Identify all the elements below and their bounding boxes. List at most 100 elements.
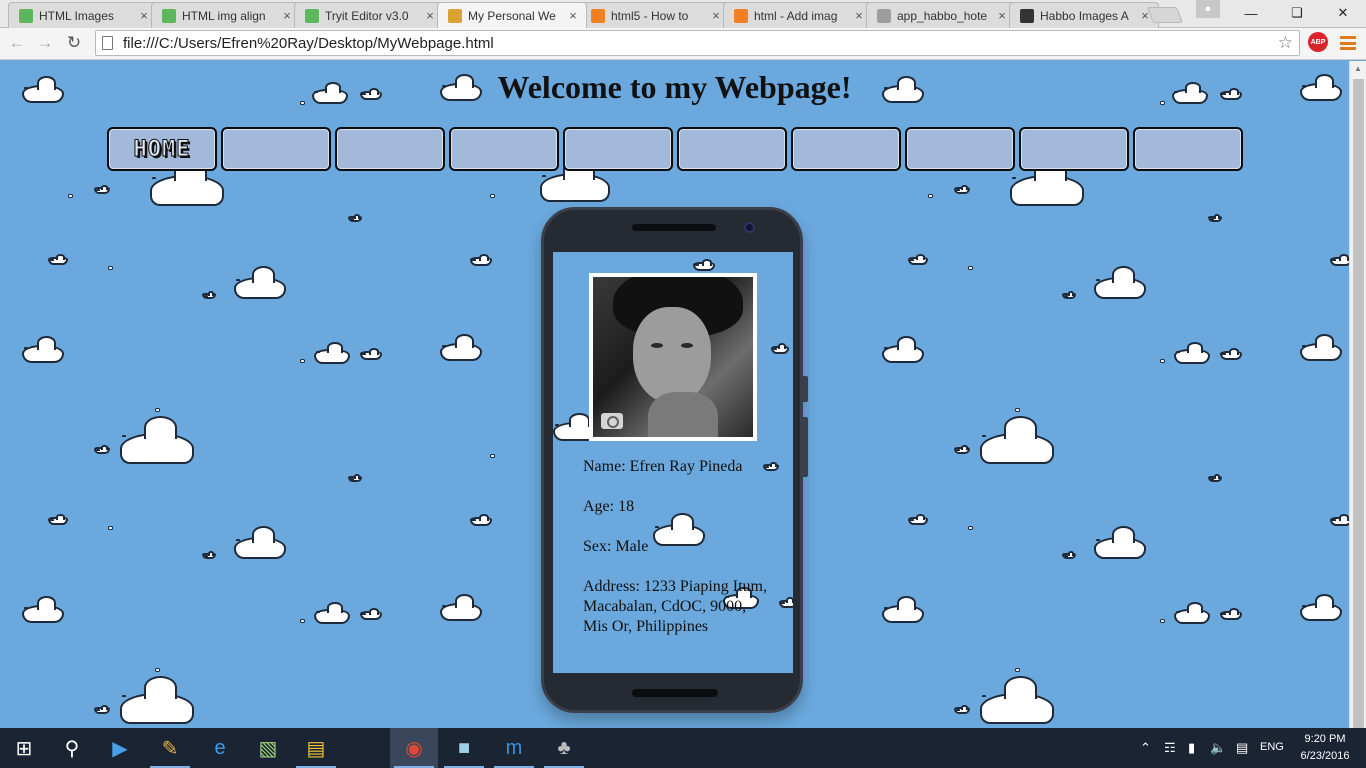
camera-icon — [601, 413, 623, 429]
adblock-icon[interactable]: ABP — [1308, 32, 1328, 52]
phone-camera — [744, 222, 755, 233]
cloud — [440, 334, 482, 361]
search-icon[interactable]: ⚲ — [48, 728, 96, 768]
nav-button-3[interactable] — [335, 127, 445, 171]
cloud — [954, 705, 970, 714]
nav-button-10[interactable] — [1133, 127, 1243, 171]
nav-button-9[interactable] — [1019, 127, 1129, 171]
cloud-puff — [968, 526, 973, 530]
restore-icon[interactable]: ❏ — [1274, 0, 1320, 26]
paint-icon[interactable]: ✎ — [146, 728, 194, 768]
tab-strip: HTML Images × HTML img align × Tryit Editor … — [0, 0, 1366, 28]
tab-7[interactable]: app_habbo_hote × — [866, 2, 1016, 28]
network-icon[interactable]: ☶ — [1164, 740, 1176, 756]
close-window-icon[interactable]: ✕ — [1320, 0, 1366, 26]
scroll-up-icon[interactable]: ▲ — [1354, 64, 1362, 73]
cloud-puff — [1015, 408, 1020, 412]
tab-close-icon[interactable]: × — [566, 8, 580, 23]
chrome-menu-icon[interactable] — [1340, 34, 1356, 52]
nav-button-8[interactable] — [905, 127, 1015, 171]
maxthon-icon[interactable]: m — [490, 728, 538, 768]
file-manager-icon[interactable]: ▧ — [244, 728, 292, 768]
clock-time: 9:20 PM — [1304, 733, 1346, 745]
nav-button-2[interactable] — [221, 127, 331, 171]
forward-icon[interactable]: → — [34, 32, 56, 54]
w3schools-icon — [162, 8, 176, 23]
cloud-puff — [1160, 619, 1165, 623]
clock-date: 6/23/2016 — [1300, 750, 1350, 762]
system-clock[interactable]: 9:20 PM 6/23/2016 — [1294, 731, 1356, 765]
tab-close-icon[interactable]: × — [137, 8, 151, 23]
tab-close-icon[interactable]: × — [280, 8, 294, 23]
cloud — [22, 336, 64, 363]
tab-close-icon[interactable]: × — [709, 8, 723, 23]
tab-5[interactable]: html5 - How to × — [580, 2, 730, 28]
gimp-icon[interactable]: ♣ — [540, 728, 588, 768]
tab-close-icon[interactable]: × — [995, 8, 1009, 23]
tab-8[interactable]: Habbo Images A × — [1009, 2, 1159, 28]
bookmark-star-icon[interactable]: ☆ — [1278, 33, 1293, 53]
cloud-puff — [928, 194, 933, 198]
tab-3[interactable]: Tryit Editor v3.0 × — [294, 2, 444, 28]
tab-6[interactable]: html - Add imag × — [723, 2, 873, 28]
minimize-icon[interactable]: — — [1228, 0, 1274, 26]
stackoverflow-icon — [591, 8, 605, 23]
volume-icon[interactable]: 🔈 — [1210, 740, 1226, 756]
tab-close-icon[interactable]: × — [423, 8, 437, 23]
nav-button-7[interactable] — [791, 127, 901, 171]
cloud — [120, 416, 194, 464]
cloud — [908, 254, 928, 265]
notepad-icon[interactable]: ■ — [440, 728, 488, 768]
file-explorer-icon[interactable]: ▤ — [292, 728, 340, 768]
start-icon[interactable]: ⊞ — [0, 728, 48, 768]
language-indicator[interactable]: ENG — [1260, 741, 1284, 753]
edge-icon[interactable]: e — [196, 728, 244, 768]
vertical-scrollbar[interactable]: ▲ — [1349, 61, 1366, 729]
cloud-puff — [1015, 668, 1020, 672]
cloud — [1208, 214, 1222, 222]
profile-photo — [589, 273, 757, 441]
cloud — [120, 676, 194, 724]
cloud — [882, 596, 924, 623]
cloud-puff — [490, 454, 495, 458]
cloud — [693, 259, 715, 271]
nav-button-6[interactable] — [677, 127, 787, 171]
nav-button-4[interactable] — [449, 127, 559, 171]
chrome-icon[interactable]: ◉ — [390, 728, 438, 768]
new-tab-button[interactable] — [1147, 7, 1183, 23]
tab-title: HTML img align — [182, 8, 266, 23]
cloud — [1300, 334, 1342, 361]
address-bar[interactable]: file:///C:/Users/Efren%20Ray/Desktop/MyW… — [95, 30, 1300, 56]
phone-side-button — [803, 417, 808, 477]
cloud — [470, 514, 492, 526]
page-viewport: Welcome to my Webpage! HOME Name: Efren … — [0, 61, 1349, 728]
phone-frame: Name: Efren Ray Pineda Age: 18 Sex: Male… — [541, 207, 808, 713]
cloud — [1220, 608, 1242, 620]
notification-icon[interactable]: ▤ — [1236, 740, 1248, 756]
tray-chevron-icon[interactable]: ⌃ — [1140, 740, 1151, 756]
tab-2[interactable]: HTML img align × — [151, 2, 301, 28]
cloud — [234, 526, 286, 559]
profile-icon[interactable]: ● — [1196, 0, 1220, 18]
tab-4[interactable]: My Personal We × — [437, 2, 587, 28]
cloud — [348, 214, 362, 222]
home-button[interactable]: HOME — [107, 127, 217, 171]
tab-title: html5 - How to — [611, 8, 689, 23]
cloud — [150, 158, 224, 206]
tab-close-icon[interactable]: × — [852, 8, 866, 23]
cloud — [980, 416, 1054, 464]
nav-button-5[interactable] — [563, 127, 673, 171]
cloud — [1094, 266, 1146, 299]
tab-1[interactable]: HTML Images × — [8, 2, 158, 28]
tab-title: Habbo Images A — [1040, 8, 1129, 23]
battery-icon[interactable]: ▮ — [1188, 740, 1195, 756]
windows-taskbar: ⊞ ⚲ ▶ ✎ e ▧ ▤ ◉ ■ m ♣ ⌃ ☶ ▮ 🔈 ▤ ENG 9:20 PM 6/23/2… — [0, 728, 1366, 768]
cloud — [1062, 551, 1076, 559]
scrollbar-thumb[interactable] — [1353, 79, 1364, 729]
reload-icon[interactable]: ↻ — [63, 32, 85, 54]
media-player-icon[interactable]: ▶ — [96, 728, 144, 768]
cloud — [470, 254, 492, 266]
cloud — [908, 514, 928, 525]
back-icon[interactable]: ← — [6, 32, 28, 54]
cloud — [1010, 158, 1084, 206]
